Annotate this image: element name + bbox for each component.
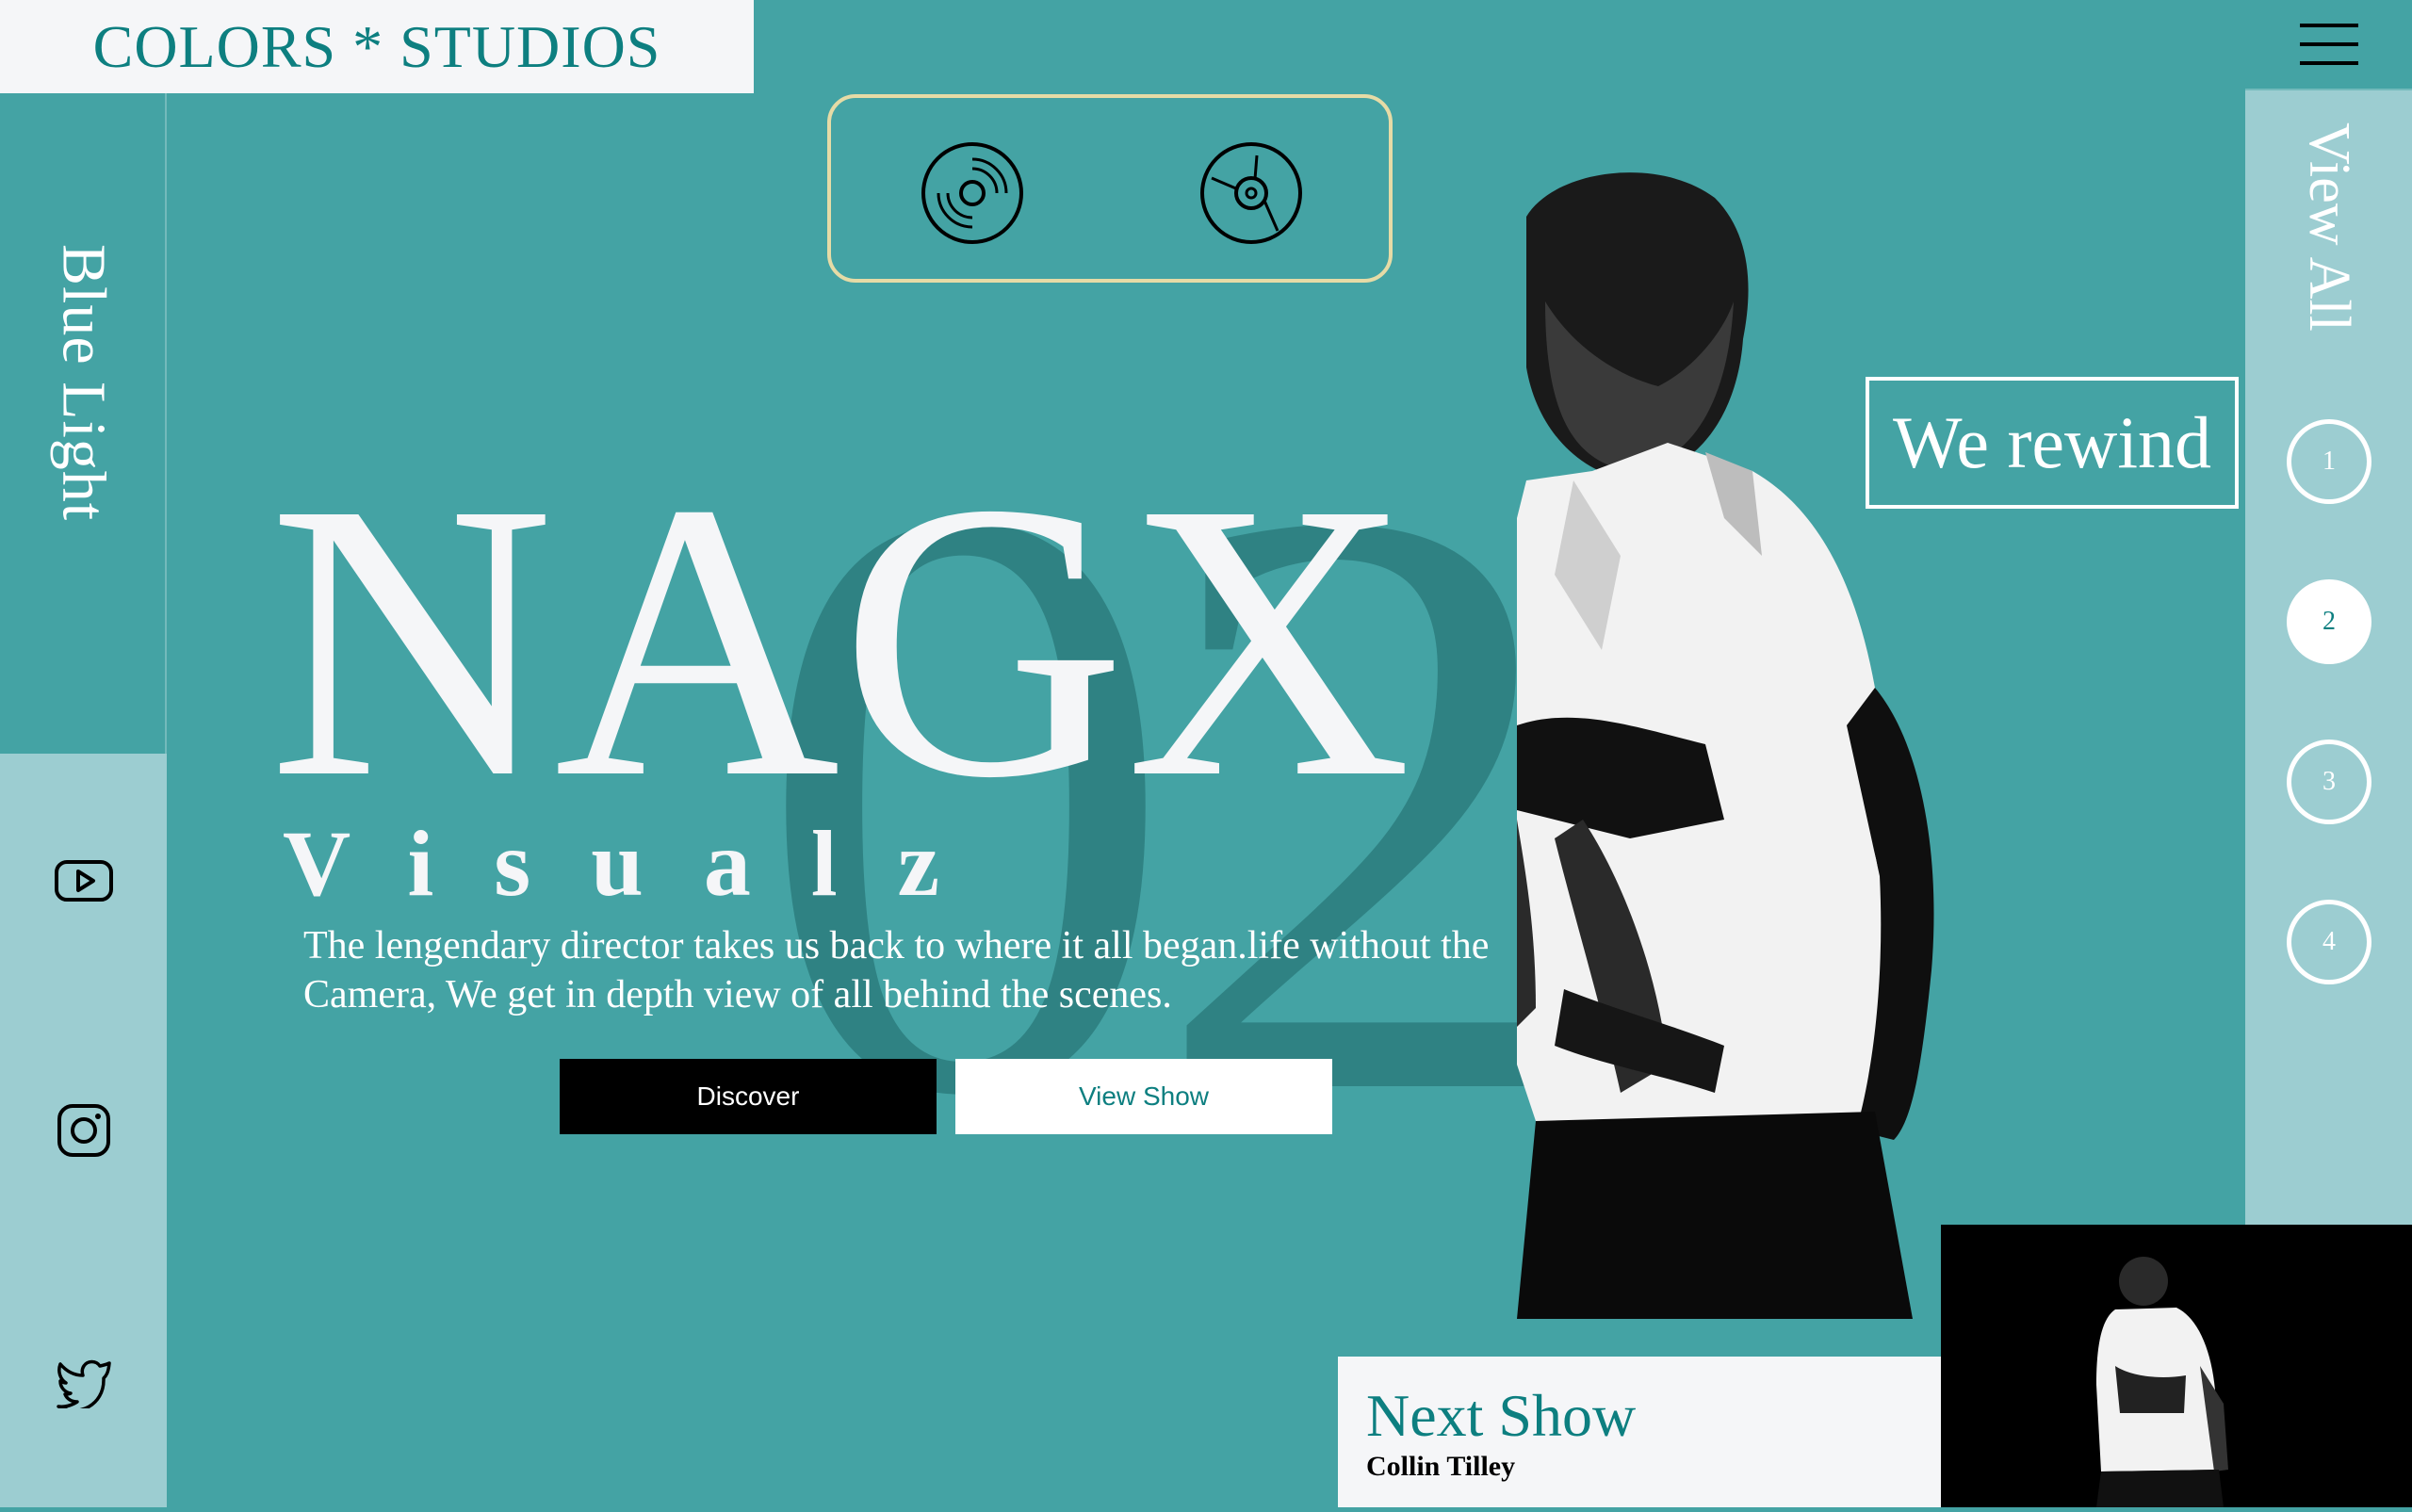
vinyl-record-icon[interactable]	[920, 140, 1025, 246]
rewind-label: We rewind	[1866, 377, 2239, 509]
page-dot-3[interactable]: 3	[2287, 740, 2371, 824]
disc-icons-panel	[827, 94, 1393, 283]
next-show-thumbnail[interactable]	[1941, 1225, 2412, 1507]
brand-logo[interactable]: COLORS * STUDIOS	[0, 0, 754, 93]
hero-subtitle: Visualz	[283, 811, 1000, 916]
sidebar-label: Blue Light	[49, 244, 119, 522]
youtube-icon[interactable]	[51, 848, 117, 914]
next-show-artist: Collin Tilley	[1366, 1451, 1516, 1482]
page-dot-1[interactable]: 1	[2287, 419, 2371, 504]
left-sidebar-label-wrap: Blue Light	[0, 93, 167, 754]
view-all-wrap: View All	[2245, 122, 2412, 332]
discover-button[interactable]: Discover	[560, 1059, 937, 1134]
view-all-link[interactable]: View All	[2295, 122, 2362, 332]
hamburger-menu-icon[interactable]	[2245, 0, 2412, 90]
next-show-card[interactable]: Next Show Collin Tilley	[1338, 1357, 1941, 1507]
next-show-title: Next Show	[1366, 1382, 1637, 1449]
hero-title: NAGX	[269, 421, 1412, 859]
view-show-button[interactable]: View Show	[955, 1059, 1332, 1134]
page-dot-4[interactable]: 4	[2287, 900, 2371, 984]
social-links-panel	[0, 754, 167, 1507]
page-dot-2[interactable]: 2	[2287, 579, 2371, 664]
twitter-icon[interactable]	[51, 1349, 117, 1415]
hero-description: The lengendary director takes us back to…	[303, 924, 1490, 1016]
artist-photo	[1517, 172, 1934, 1319]
cd-disc-icon[interactable]	[1198, 140, 1304, 246]
next-show-thumbnail-figure	[2096, 1257, 2228, 1507]
instagram-icon[interactable]	[51, 1097, 117, 1163]
